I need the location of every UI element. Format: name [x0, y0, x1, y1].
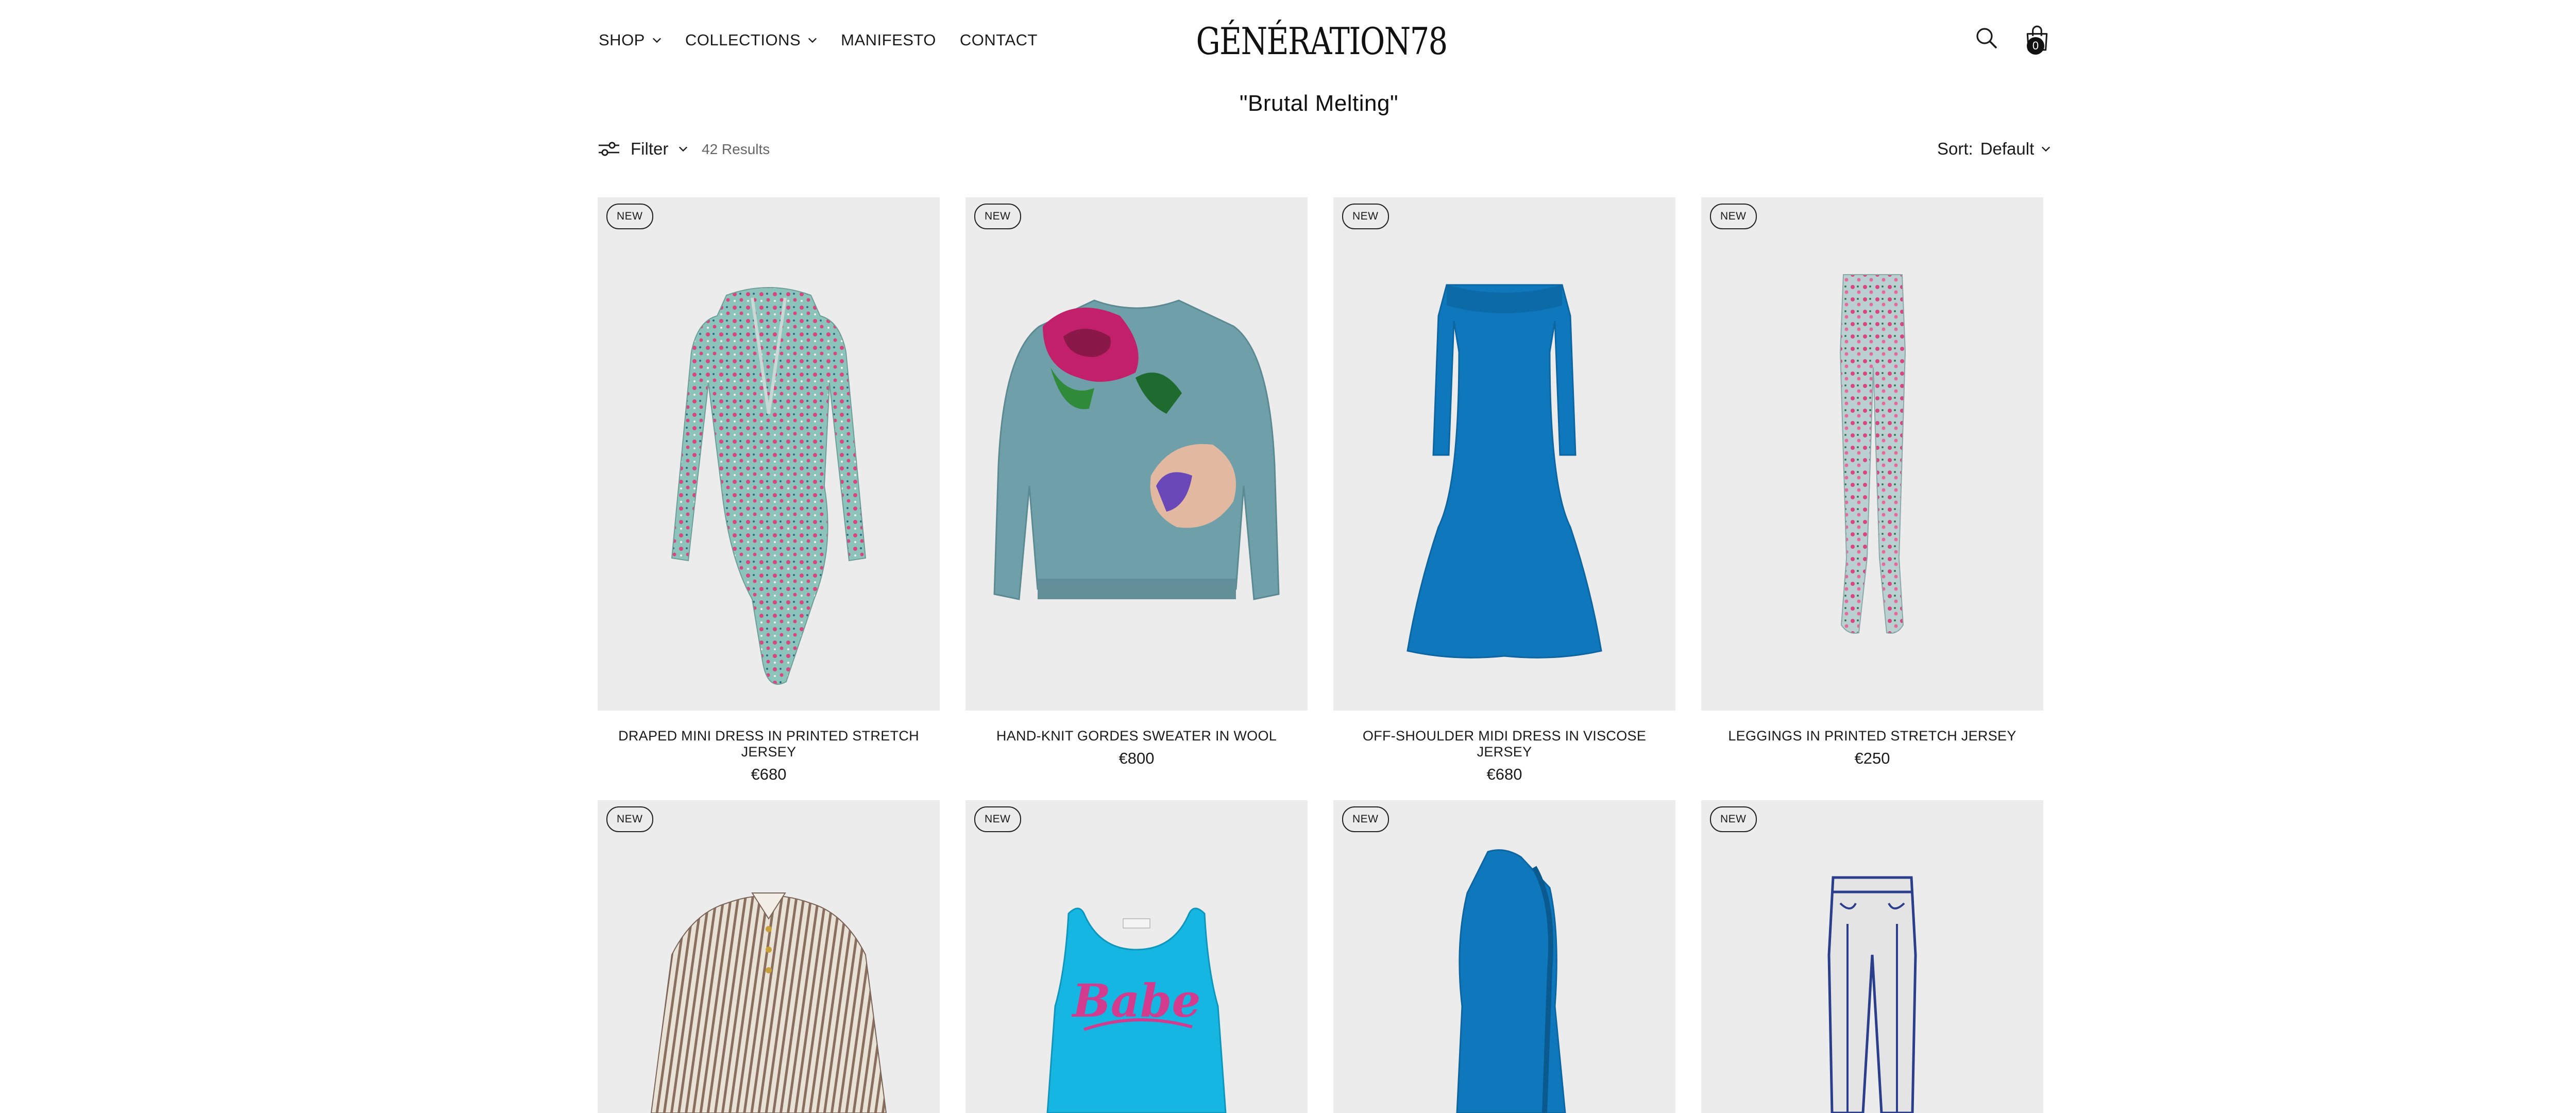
product-name[interactable]: OFF-SHOULDER MIDI DRESS IN VISCOSE JERSE…: [1333, 728, 1675, 760]
piped-trousers-illustration: [1827, 876, 1917, 1113]
main-nav: SHOP COLLECTIONS MANIFESTO CONTACT: [599, 23, 1038, 58]
filter-label: Filter: [631, 139, 669, 158]
striped-blouse-illustration: [650, 892, 887, 1113]
product-image[interactable]: NEW: [1701, 197, 2043, 711]
product-card[interactable]: NEW HAND-KNIT GORDES SWEATER IN WOOL €80…: [965, 197, 1308, 768]
tank-top-illustration: Babe: [1046, 907, 1227, 1113]
product-name[interactable]: DRAPED MINI DRESS IN PRINTED STRETCH JER…: [598, 728, 940, 760]
chevron-down-icon: [652, 38, 661, 43]
new-badge: NEW: [606, 204, 653, 229]
chevron-down-icon: [679, 146, 688, 152]
product-price: €680: [751, 765, 787, 783]
nav-shop[interactable]: SHOP: [599, 31, 662, 49]
nav-manifesto-label: MANIFESTO: [841, 31, 936, 49]
new-badge: NEW: [974, 806, 1021, 832]
sort-label: Sort:: [1937, 139, 1973, 158]
product-image[interactable]: NEW: [1333, 800, 1675, 1113]
draped-dress-illustration: [1456, 849, 1566, 1113]
new-badge: NEW: [606, 806, 653, 832]
sort-dropdown[interactable]: Sort: Default: [1937, 139, 2050, 159]
brand-logo[interactable]: GÉNÉRATION78: [1196, 16, 1448, 66]
product-card[interactable]: NEW DRAPED MINI DRESS IN PRINTED STRETCH…: [598, 197, 940, 784]
nav-collections-label: COLLECTIONS: [685, 31, 801, 49]
new-badge: NEW: [1342, 806, 1389, 832]
new-badge: NEW: [1342, 204, 1389, 229]
results-count: 42 Results: [702, 141, 770, 157]
product-name[interactable]: HAND-KNIT GORDES SWEATER IN WOOL: [965, 728, 1308, 744]
chevron-down-icon: [2042, 146, 2050, 152]
printed-leggings-illustration: [1839, 274, 1906, 634]
filter-sliders-icon: [599, 142, 619, 156]
chevron-down-icon: [808, 38, 817, 43]
product-card[interactable]: NEW LEGGINGS IN PRINTED STRETCH JERSEY €…: [1701, 197, 2043, 768]
product-image[interactable]: NEW: [598, 197, 940, 711]
page-title: "Brutal Melting": [1239, 91, 1399, 116]
nav-contact-label: CONTACT: [959, 31, 1038, 49]
product-card[interactable]: NEW: [1701, 800, 2043, 1113]
nav-collections[interactable]: COLLECTIONS: [685, 31, 817, 49]
product-name[interactable]: LEGGINGS IN PRINTED STRETCH JERSEY: [1701, 728, 2043, 744]
product-price: €800: [1118, 749, 1155, 767]
product-card[interactable]: NEW OFF-SHOULDER MIDI DRESS IN VISCOSE J…: [1333, 197, 1675, 784]
product-image[interactable]: NEW: [1701, 800, 2043, 1113]
product-image[interactable]: NEW: [598, 800, 940, 1113]
product-image[interactable]: NEW Babe: [965, 800, 1308, 1113]
sort-value: Default: [1980, 139, 2035, 158]
product-price: €680: [1486, 765, 1522, 783]
new-badge: NEW: [1710, 806, 1757, 832]
search-icon: [1976, 28, 1997, 48]
product-image[interactable]: NEW: [1333, 197, 1675, 711]
filter-button[interactable]: Filter: [598, 139, 688, 159]
product-card[interactable]: NEW: [1333, 800, 1675, 1113]
nav-manifesto[interactable]: MANIFESTO: [841, 31, 936, 49]
search-button[interactable]: [1971, 23, 2002, 54]
nav-contact[interactable]: CONTACT: [960, 31, 1038, 49]
off-shoulder-dress-illustration: [1406, 284, 1602, 659]
product-card[interactable]: NEW: [598, 800, 940, 1113]
new-badge: NEW: [1710, 204, 1757, 229]
product-price: €250: [1854, 749, 1890, 767]
nav-shop-label: SHOP: [599, 31, 645, 49]
new-badge: NEW: [974, 204, 1021, 229]
cart-count-badge: 0: [2027, 37, 2044, 55]
product-image[interactable]: NEW: [965, 197, 1308, 711]
product-card[interactable]: NEW Babe: [965, 800, 1308, 1113]
draped-mini-dress-illustration: [671, 287, 867, 685]
cart-button[interactable]: 0: [2022, 23, 2053, 55]
knit-sweater-illustration: [993, 299, 1280, 600]
